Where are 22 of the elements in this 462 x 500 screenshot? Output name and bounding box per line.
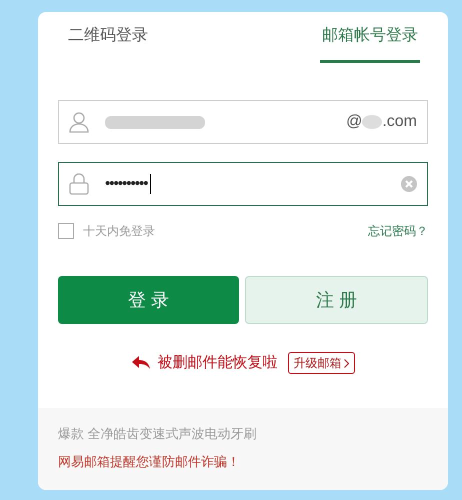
promo-text: 被删邮件能恢复啦	[158, 353, 278, 373]
remember-label: 十天内免登录	[83, 223, 155, 240]
clear-icon[interactable]	[401, 176, 417, 192]
warning-text: 网易邮箱提醒您谨防邮件诈骗！	[58, 452, 241, 470]
blurred-text	[362, 114, 382, 130]
password-field[interactable]: ••••••••••	[58, 162, 428, 206]
account-field[interactable]: @ .com	[58, 100, 428, 144]
upgrade-button[interactable]: 升级邮箱	[288, 352, 354, 374]
login-tab[interactable]: 邮箱帐号登录	[320, 24, 420, 63]
forgot-password-link[interactable]: 忘记密码？	[368, 222, 428, 240]
login-tab[interactable]: 二维码登录	[66, 24, 150, 63]
login-button[interactable]: 登 录	[58, 276, 239, 324]
password-value: ••••••••••	[105, 174, 148, 194]
domain-prefix: @	[346, 112, 362, 132]
domain-suffix: .com	[382, 112, 417, 132]
register-button[interactable]: 注 册	[245, 276, 428, 324]
ad-text[interactable]: 爆款 全净皓齿变速式声波电动牙刷	[58, 424, 428, 444]
remember-checkbox[interactable]	[58, 223, 74, 239]
user-icon	[69, 111, 89, 133]
lock-icon	[69, 173, 89, 195]
chevron-right-icon	[344, 358, 348, 368]
back-arrow-icon	[132, 356, 150, 370]
